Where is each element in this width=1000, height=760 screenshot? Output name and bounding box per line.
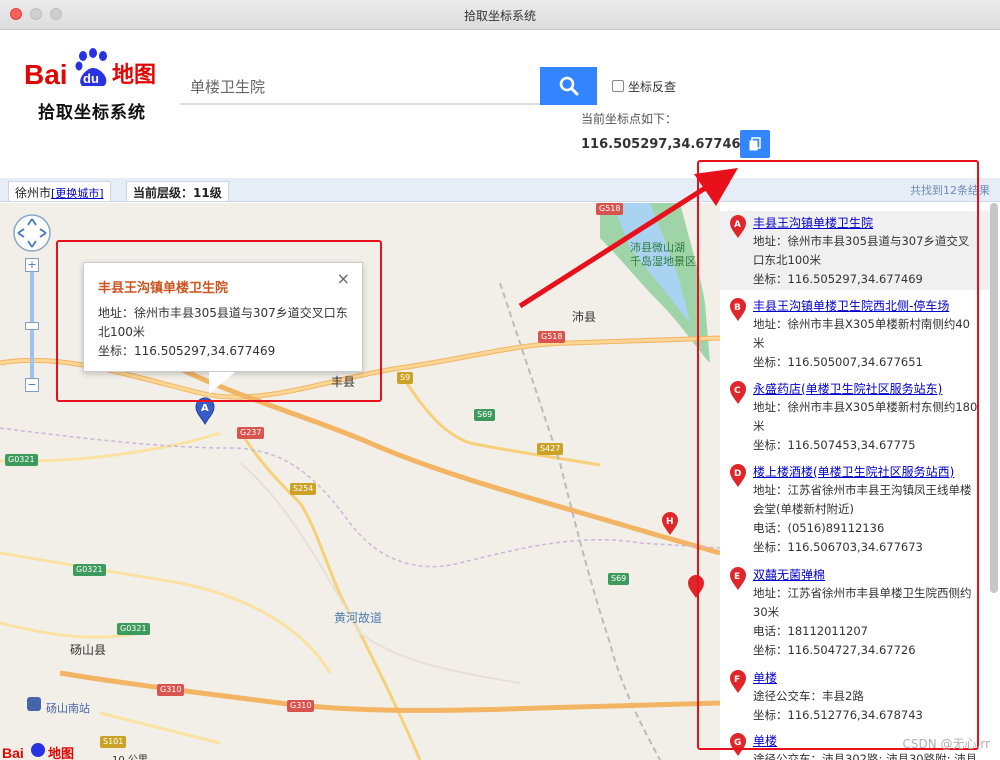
station-icon: [27, 697, 41, 711]
zoom-slider[interactable]: + −: [25, 258, 39, 398]
road-shield: S69: [608, 573, 630, 585]
reverse-lookup-label: 坐标反查: [628, 80, 677, 94]
window-titlebar: 拾取坐标系统: [0, 0, 1000, 30]
road-shield: G0321: [5, 454, 38, 466]
app-subtitle: 拾取坐标系统: [38, 103, 146, 123]
pan-control-icon[interactable]: [12, 213, 52, 253]
result-detail: 途径公交车：沛县302路; 沛县30路附; 沛县: [753, 752, 978, 760]
road-shield: G0321: [73, 564, 106, 576]
map-scale: 10 公里: [112, 751, 148, 760]
copy-icon: [749, 137, 761, 151]
road-shield: G0321: [117, 623, 150, 635]
city-selector: 徐州市[更换城市]: [8, 181, 111, 202]
svg-text:Bai: Bai: [2, 745, 24, 760]
zoom-level-label: 当前层级：11级: [126, 181, 229, 202]
baidu-watermark-logo: Bai 地图: [2, 743, 74, 760]
annotation-arrow-icon: [518, 168, 738, 309]
svg-text:du: du: [83, 71, 99, 86]
svg-text:H: H: [666, 517, 674, 527]
svg-text:A: A: [201, 403, 209, 414]
reverse-lookup-checkbox[interactable]: [612, 80, 624, 92]
baidu-brand-icon: Bai du 地图: [24, 48, 156, 90]
map-label-dangshan: 砀山县: [70, 643, 107, 657]
map-label-yellow-river: 黄河故道: [334, 611, 383, 625]
city-name: 徐州市: [15, 186, 52, 200]
map-label-peixian: 沛县: [572, 310, 597, 324]
road-shield: G310: [287, 700, 315, 712]
road-shield: S101: [100, 736, 127, 748]
search-button[interactable]: [540, 67, 597, 105]
results-scrollbar[interactable]: [990, 203, 998, 593]
current-coord-label: 当前坐标点如下：: [581, 112, 678, 126]
zoom-out-button[interactable]: −: [25, 378, 39, 392]
zoom-handle[interactable]: [25, 322, 39, 330]
highlight-box-popup: [56, 240, 382, 402]
change-city-link[interactable]: [更换城市]: [51, 187, 104, 200]
road-shield: S254: [290, 483, 317, 495]
road-shield: G518: [538, 331, 566, 343]
window-title: 拾取坐标系统: [463, 9, 536, 23]
search-icon: [559, 76, 578, 96]
map-label-station: 砀山南站: [46, 702, 90, 715]
svg-text:Bai: Bai: [24, 59, 68, 90]
search-input[interactable]: 单楼卫生院: [180, 68, 540, 105]
road-shield: G310: [157, 684, 185, 696]
road-shield: S427: [537, 443, 564, 455]
csdn-watermark: CSDN @无心.rr: [902, 737, 991, 751]
road-shield: G237: [237, 427, 265, 439]
zoom-in-button[interactable]: +: [25, 258, 39, 272]
copy-button[interactable]: [740, 130, 770, 158]
marker-h-icon[interactable]: H: [660, 510, 680, 536]
baidu-map-logo: Bai du 地图 拾取坐标系统: [24, 48, 164, 123]
svg-text:地图: 地图: [112, 63, 156, 88]
road-shield: S9: [397, 372, 414, 384]
current-coord-value: 116.505297,34.677469: [581, 137, 750, 152]
svg-text:地图: 地图: [48, 746, 74, 760]
road-shield: S69: [474, 409, 496, 421]
